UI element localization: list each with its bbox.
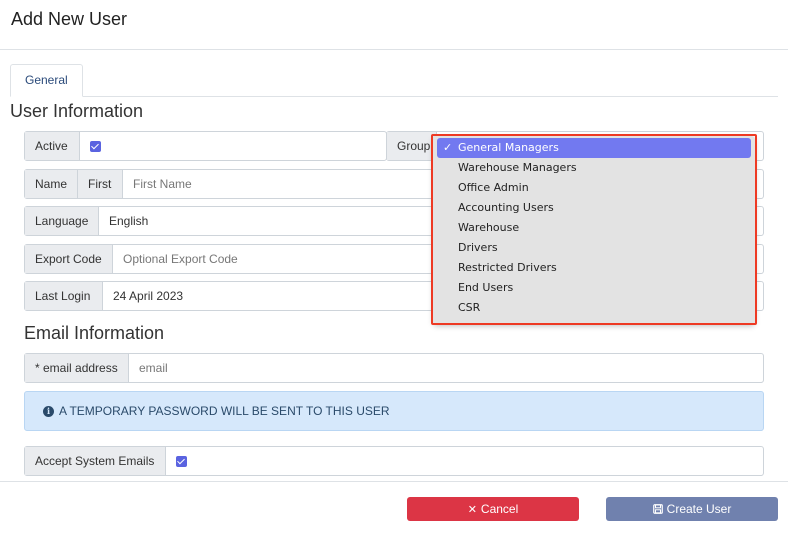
first-name-placeholder: First Name <box>133 177 192 191</box>
accept-emails-value <box>166 447 763 475</box>
user-information-title: User Information <box>10 101 144 121</box>
export-code-placeholder: Optional Export Code <box>123 252 238 266</box>
email-label: * email address <box>25 354 129 382</box>
first-label: First <box>78 170 123 198</box>
create-user-button-label: Create User <box>666 502 732 516</box>
cancel-button-label: Cancel <box>480 502 519 516</box>
email-row: * email address email <box>24 353 764 383</box>
modal-title: Add New User <box>11 9 128 29</box>
active-checkbox[interactable] <box>90 140 101 152</box>
email-information-title: Email Information <box>24 323 165 343</box>
temporary-password-alert: i A TEMPORARY PASSWORD WILL BE SENT TO T… <box>24 391 764 431</box>
accept-emails-checkbox[interactable] <box>176 455 187 467</box>
email-input[interactable]: email <box>129 354 763 382</box>
accept-emails-label: Accept System Emails <box>25 447 166 475</box>
accept-emails-row: Accept System Emails <box>24 446 764 476</box>
create-user-button[interactable]: Create User <box>606 497 778 521</box>
tab-general[interactable]: General <box>10 64 83 97</box>
language-value: English <box>109 214 149 228</box>
group-label: Group <box>387 132 437 160</box>
language-label: Language <box>25 207 99 235</box>
footer-divider <box>0 481 788 482</box>
alert-text: A TEMPORARY PASSWORD WILL BE SENT TO THI… <box>59 404 390 418</box>
highlight-annotation <box>431 134 757 325</box>
last-login-label: Last Login <box>25 282 103 310</box>
save-icon <box>652 504 663 514</box>
tab-bar: General <box>10 64 778 97</box>
email-placeholder: email <box>139 361 168 375</box>
cancel-button[interactable]: ✕ Cancel <box>407 497 579 521</box>
export-code-label: Export Code <box>25 245 113 273</box>
modal-header: Add New User <box>0 0 788 50</box>
info-icon: i <box>43 405 54 417</box>
name-label: Name <box>25 170 78 198</box>
active-label: Active <box>25 132 80 160</box>
close-icon: ✕ <box>467 503 477 516</box>
active-row: Active <box>24 131 387 161</box>
active-value <box>80 132 386 160</box>
